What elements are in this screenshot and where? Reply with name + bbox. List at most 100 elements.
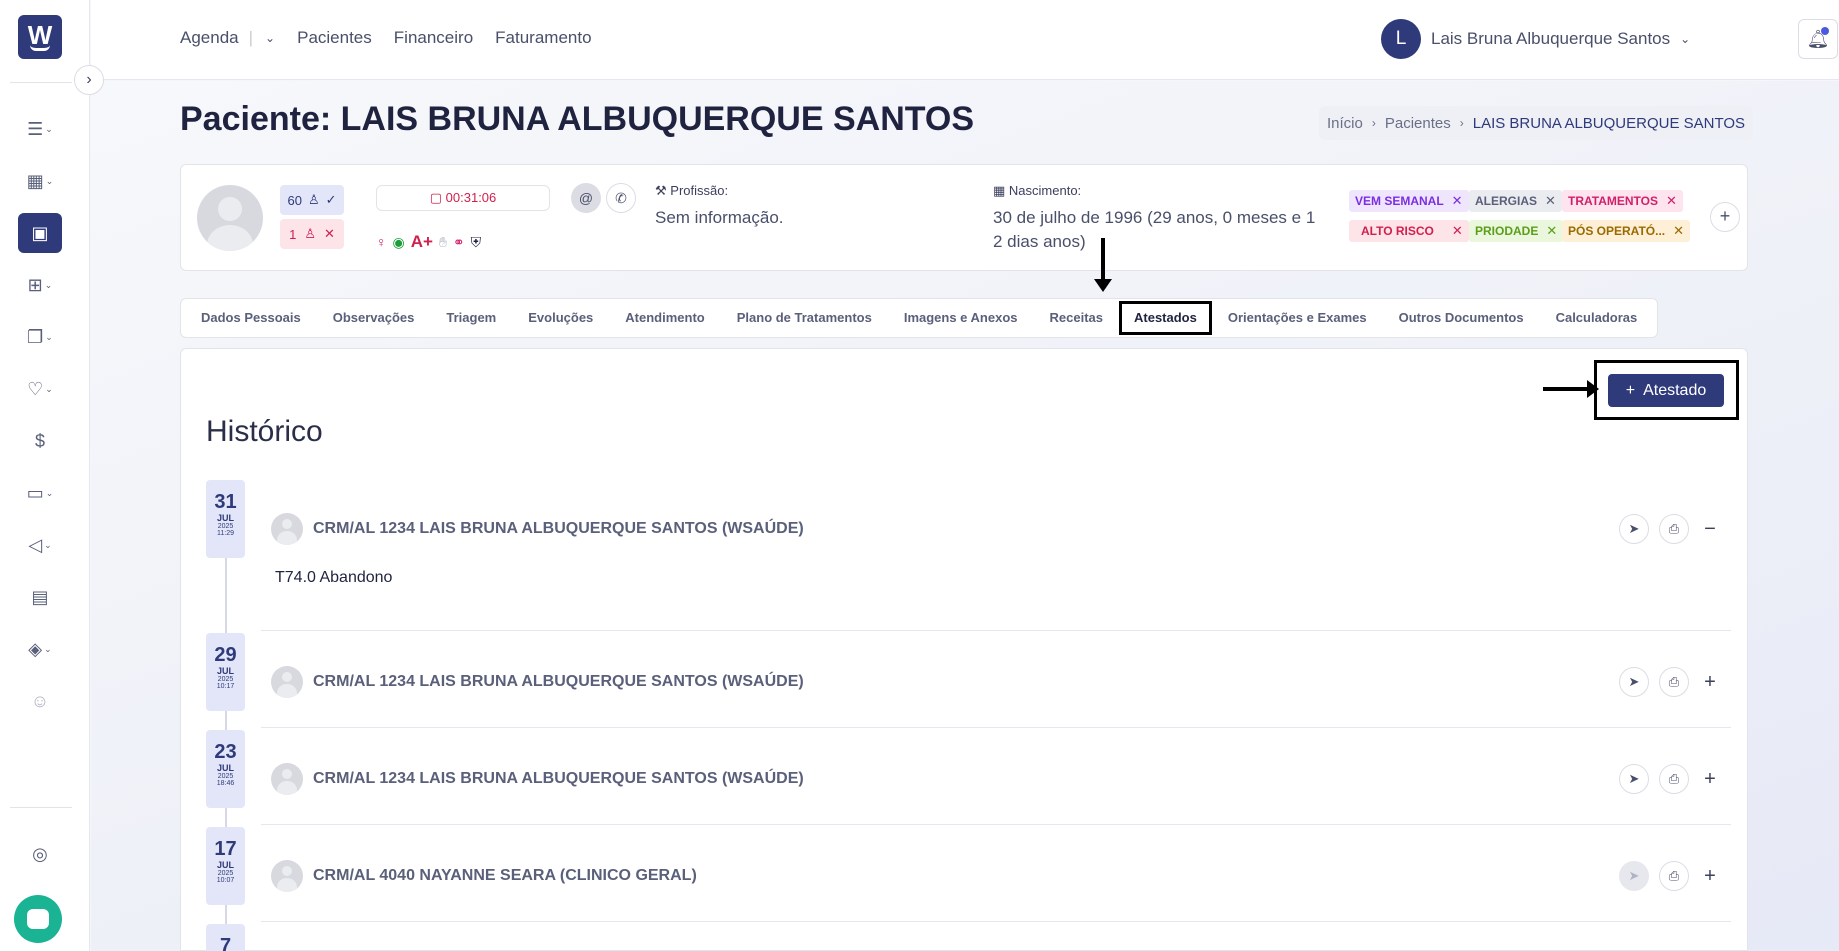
sidebar-item-news[interactable]: ▤ [18, 577, 62, 617]
avatar: L [1381, 19, 1421, 59]
sidebar-item-medkit[interactable]: ⊞ ⌄ [18, 265, 62, 305]
sidebar-expand-button[interactable]: › [74, 65, 104, 95]
send-button[interactable]: ➤ [1619, 667, 1649, 697]
sidebar: W ☰ ⌄ ▦ ⌄ ▣ ⊞ ⌄ ❐ ⌄ ♡ ⌄ $ ▭ ⌄ ◁ ⌄ ▤ ◈ ⌄ ☺ ◎ [0, 0, 90, 951]
alerts-badge[interactable]: 1 ♙ ✕ [280, 219, 344, 249]
chevron-down-icon: ⌄ [45, 175, 54, 186]
nav-agenda[interactable]: Agenda [180, 28, 239, 48]
print-button[interactable]: ⎙ [1659, 667, 1689, 697]
nav-financeiro[interactable]: Financeiro [394, 28, 473, 48]
printer-icon: ⎙ [1668, 521, 1680, 536]
whatsapp-icon: ✆ [615, 189, 627, 206]
female-icon: ♀ [376, 234, 387, 250]
sidebar-item-marketing[interactable]: ◁ ⌄ [18, 525, 62, 565]
tab-evolucoes[interactable]: Evoluções [512, 301, 609, 335]
tag-alergias: ALERGIAS ✕ [1469, 190, 1562, 212]
send-button-disabled[interactable]: ➤ [1619, 861, 1649, 891]
megaphone-icon: ◁ [28, 534, 43, 555]
tab-atendimento[interactable]: Atendimento [609, 301, 720, 335]
date-badge: 23 JUL 2025 18:46 [206, 730, 245, 808]
tab-observacoes[interactable]: Observações [317, 301, 431, 335]
send-icon: ➤ [1628, 868, 1640, 883]
add-atestado-button[interactable]: + Atestado [1608, 374, 1724, 407]
sidebar-item-calendar[interactable]: ▦ ⌄ [18, 161, 62, 201]
tab-outros-documentos[interactable]: Outros Documentos [1383, 301, 1540, 335]
chevron-down-icon: ⌄ [44, 643, 52, 654]
chevron-right-icon: › [1371, 116, 1376, 130]
expand-toggle[interactable]: + [1699, 865, 1721, 888]
send-button[interactable]: ➤ [1619, 514, 1649, 544]
sidebar-item-support[interactable]: ◎ [18, 834, 62, 874]
send-button[interactable]: ➤ [1619, 764, 1649, 794]
nav-pacientes[interactable]: Pacientes [297, 28, 372, 48]
print-button[interactable]: ⎙ [1659, 764, 1689, 794]
remove-tag-icon[interactable]: ✕ [1546, 223, 1557, 239]
visits-badge[interactable]: 60 ♙ ✓ [280, 185, 344, 215]
tab-dados-pessoais[interactable]: Dados Pessoais [185, 301, 317, 335]
sidebar-item-monitor[interactable]: ▭ ⌄ [18, 473, 62, 513]
annotation-highlight-box: + Atestado [1594, 360, 1739, 420]
entry-title[interactable]: CRM/AL 4040 NAYANNE SEARA (CLINICO GERAL… [313, 867, 697, 885]
entry-title[interactable]: CRM/AL 1234 LAIS BRUNA ALBUQUERQUE SANTO… [313, 770, 804, 788]
chevron-down-icon: ⌄ [45, 383, 53, 394]
breadcrumb-home[interactable]: Início [1327, 115, 1363, 132]
remove-tag-icon[interactable]: ✕ [1452, 223, 1463, 239]
remove-tag-icon[interactable]: ✕ [1545, 193, 1556, 209]
print-button[interactable]: ⎙ [1659, 514, 1689, 544]
user-menu[interactable]: L Lais Bruna Albuquerque Santos ⌄ [1381, 19, 1690, 59]
patient-photo[interactable] [197, 185, 263, 251]
email-button[interactable]: @ [571, 183, 601, 213]
companion-icon: ⚭ [452, 233, 465, 250]
chat-button[interactable] [14, 895, 62, 943]
sidebar-item-care[interactable]: ♡ ⌄ [18, 369, 62, 409]
patient-summary-card: 60 ♙ ✓ 1 ♙ ✕ ▢ 00:31:06 @ ✆ ♀ ◉ A+ ✋︎ ⚭ ⛨ ⚒ … [180, 164, 1748, 271]
sidebar-item-documents[interactable]: ❐ ⌄ [18, 317, 62, 357]
user-name: Lais Bruna Albuquerque Santos [1431, 29, 1671, 48]
sidebar-item-records[interactable]: ☰ ⌄ [18, 109, 62, 149]
entry-title[interactable]: CRM/AL 1234 LAIS BRUNA ALBUQUERQUE SANTO… [313, 520, 804, 538]
annotation-arrow-down [1094, 238, 1112, 292]
sidebar-divider [10, 807, 72, 808]
collapse-toggle[interactable]: − [1699, 518, 1721, 541]
sidebar-item-inventory[interactable]: ◈ ⌄ [18, 629, 62, 669]
tab-plano-de-tratamentos[interactable]: Plano de Tratamentos [721, 301, 888, 335]
entry-title[interactable]: CRM/AL 1234 LAIS BRUNA ALBUQUERQUE SANTO… [313, 673, 804, 691]
tab-orientacoes-e-exames[interactable]: Orientações e Exames [1212, 301, 1383, 335]
visits-count: 60 [287, 192, 302, 208]
history-entry: CRM/AL 1234 LAIS BRUNA ALBUQUERQUE SANTO… [261, 511, 1731, 631]
remove-tag-icon[interactable]: ✕ [1666, 193, 1677, 209]
plus-icon: + [1625, 381, 1636, 399]
tab-imagens-e-anexos[interactable]: Imagens e Anexos [888, 301, 1034, 335]
chevron-down-icon[interactable]: ⌄ [265, 31, 275, 45]
tab-triagem[interactable]: Triagem [430, 301, 512, 335]
check-icon: ✓ [325, 192, 337, 207]
whatsapp-button[interactable]: ✆ [606, 183, 636, 213]
date-badge: 17 JUL 2025 10:07 [206, 827, 245, 905]
sidebar-item-users[interactable]: ☺ [18, 681, 62, 721]
chevron-down-icon: ⌄ [44, 279, 53, 290]
app-logo[interactable]: W [18, 15, 62, 59]
sidebar-item-finance[interactable]: $ [18, 421, 62, 461]
entry-divider [261, 921, 1731, 922]
sidebar-item-patients[interactable]: ▣ [18, 213, 62, 253]
nav-faturamento[interactable]: Faturamento [495, 28, 591, 48]
remove-tag-icon[interactable]: ✕ [1452, 193, 1463, 209]
print-button[interactable]: ⎙ [1659, 861, 1689, 891]
tab-atestados[interactable]: Atestados [1119, 301, 1212, 335]
add-atestado-label: Atestado [1643, 381, 1707, 399]
breadcrumb-pacientes[interactable]: Pacientes [1385, 115, 1451, 132]
session-timer[interactable]: ▢ 00:31:06 [376, 185, 550, 211]
tab-calculadoras[interactable]: Calculadoras [1540, 301, 1654, 335]
avatar [271, 763, 303, 795]
tag-priodade: PRIODADE ✕ [1469, 220, 1564, 242]
timer-value: 00:31:06 [445, 190, 497, 205]
expand-toggle[interactable]: + [1699, 671, 1721, 694]
add-tag-button[interactable]: + [1710, 202, 1740, 232]
remove-tag-icon[interactable]: ✕ [1673, 223, 1684, 239]
at-icon: @ [578, 190, 594, 206]
tab-receitas[interactable]: Receitas [1034, 301, 1119, 335]
notifications-button[interactable]: 🔔︎ [1798, 19, 1838, 59]
entry-content: T74.0 Abandono [275, 569, 393, 586]
expand-toggle[interactable]: + [1699, 768, 1721, 791]
tag-pos-operatorio: PÓS OPERATÓ... ✕ [1562, 220, 1691, 242]
